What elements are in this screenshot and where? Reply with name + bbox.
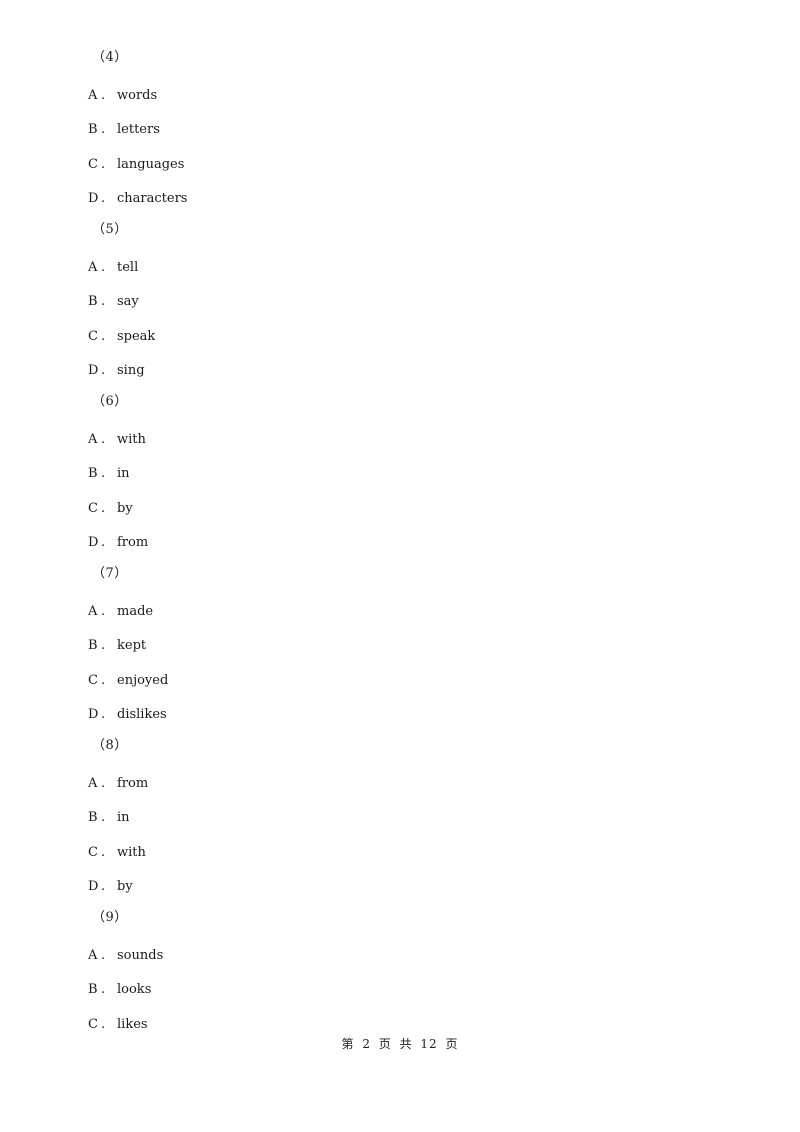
option-a: A. with bbox=[88, 432, 146, 448]
question-number: （5） bbox=[92, 222, 128, 237]
page-footer: 第 2 页 共 12 页 bbox=[341, 1037, 459, 1051]
option-a: A. words bbox=[88, 88, 157, 104]
option-letter: B bbox=[88, 810, 98, 826]
option-separator: . bbox=[101, 466, 106, 482]
question-number: （7） bbox=[92, 566, 128, 581]
option-separator: . bbox=[101, 1016, 106, 1032]
option-separator: . bbox=[101, 948, 106, 963]
option-letter: D bbox=[88, 707, 99, 723]
option-letter: A bbox=[88, 432, 98, 447]
option-text: sing bbox=[117, 363, 145, 379]
option-text: kept bbox=[117, 638, 147, 654]
option-separator: . bbox=[101, 88, 106, 103]
option-a: A. tell bbox=[88, 260, 138, 276]
option-d: D. characters bbox=[88, 191, 187, 207]
option-c: C. likes bbox=[88, 1017, 148, 1033]
option-text: say bbox=[117, 294, 139, 310]
option-text: languages bbox=[117, 156, 185, 172]
option-c: C. languages bbox=[88, 157, 184, 173]
option-d: D. dislikes bbox=[88, 707, 167, 723]
option-letter: A bbox=[88, 948, 98, 963]
option-c: C. by bbox=[88, 501, 133, 517]
option-separator: . bbox=[101, 810, 106, 826]
option-letter: A bbox=[88, 260, 98, 275]
option-separator: . bbox=[101, 432, 106, 447]
option-b: B. looks bbox=[88, 982, 151, 998]
option-letter: B bbox=[88, 982, 98, 998]
option-text: made bbox=[117, 604, 154, 619]
option-letter: C bbox=[88, 328, 98, 344]
option-separator: . bbox=[101, 191, 106, 207]
option-c: C. enjoyed bbox=[88, 673, 168, 689]
option-separator: . bbox=[101, 535, 106, 551]
option-letter: C bbox=[88, 844, 98, 860]
option-letter: A bbox=[88, 88, 98, 103]
option-letter: B bbox=[88, 294, 98, 310]
option-separator: . bbox=[101, 672, 106, 688]
option-separator: . bbox=[101, 638, 106, 654]
option-text: from bbox=[117, 535, 149, 551]
option-letter: A bbox=[88, 604, 98, 619]
option-c: C. with bbox=[88, 845, 146, 861]
option-text: in bbox=[117, 810, 130, 826]
option-d: D. from bbox=[88, 535, 148, 551]
option-separator: . bbox=[101, 879, 106, 895]
option-letter: B bbox=[88, 122, 98, 138]
option-text: enjoyed bbox=[117, 672, 169, 688]
option-letter: C bbox=[88, 672, 98, 688]
question-number: （6） bbox=[92, 394, 128, 409]
option-text: with bbox=[117, 432, 146, 447]
option-separator: . bbox=[101, 500, 106, 516]
option-letter: D bbox=[88, 535, 99, 551]
option-b: B. in bbox=[88, 466, 130, 482]
option-a: A. sounds bbox=[88, 948, 163, 964]
option-text: likes bbox=[117, 1016, 148, 1032]
option-c: C. speak bbox=[88, 329, 155, 345]
option-text: dislikes bbox=[117, 707, 167, 723]
option-letter: C bbox=[88, 156, 98, 172]
question-number: （9） bbox=[92, 910, 128, 925]
option-text: words bbox=[117, 88, 158, 103]
option-text: characters bbox=[117, 191, 188, 207]
option-b: B. kept bbox=[88, 638, 146, 654]
option-text: sounds bbox=[117, 948, 164, 963]
option-text: with bbox=[117, 844, 146, 860]
option-a: A. from bbox=[88, 776, 148, 792]
option-separator: . bbox=[101, 776, 106, 791]
option-separator: . bbox=[101, 604, 106, 619]
option-separator: . bbox=[101, 363, 106, 379]
option-separator: . bbox=[101, 122, 106, 138]
option-letter: D bbox=[88, 191, 99, 207]
option-d: D. by bbox=[88, 879, 133, 895]
option-separator: . bbox=[101, 260, 106, 275]
option-separator: . bbox=[101, 294, 106, 310]
option-separator: . bbox=[101, 707, 106, 723]
option-b: B. say bbox=[88, 294, 139, 310]
question-number: （8） bbox=[92, 738, 128, 753]
option-letter: D bbox=[88, 879, 99, 895]
option-text: letters bbox=[117, 122, 160, 138]
option-letter: B bbox=[88, 638, 98, 654]
option-letter: A bbox=[88, 776, 98, 791]
option-text: speak bbox=[117, 328, 156, 344]
option-letter: C bbox=[88, 500, 98, 516]
option-text: by bbox=[117, 879, 133, 895]
option-separator: . bbox=[101, 982, 106, 998]
option-separator: . bbox=[101, 844, 106, 860]
option-text: in bbox=[117, 466, 130, 482]
option-letter: B bbox=[88, 466, 98, 482]
question-number: （4） bbox=[92, 50, 128, 65]
option-b: B. letters bbox=[88, 122, 160, 138]
option-text: tell bbox=[117, 260, 139, 275]
option-letter: D bbox=[88, 363, 99, 379]
option-d: D. sing bbox=[88, 363, 145, 379]
option-text: looks bbox=[117, 982, 152, 998]
option-a: A. made bbox=[88, 604, 153, 620]
option-separator: . bbox=[101, 156, 106, 172]
option-text: from bbox=[117, 776, 149, 791]
option-letter: C bbox=[88, 1016, 98, 1032]
option-b: B. in bbox=[88, 810, 130, 826]
option-text: by bbox=[117, 500, 133, 516]
option-separator: . bbox=[101, 328, 106, 344]
